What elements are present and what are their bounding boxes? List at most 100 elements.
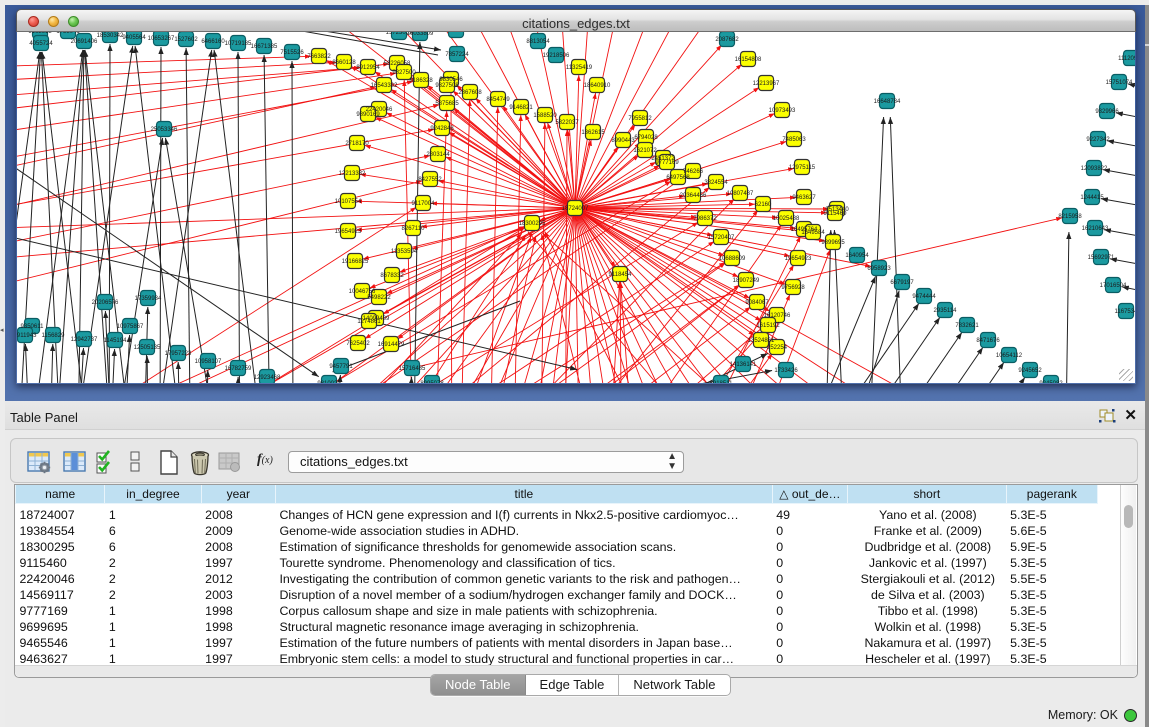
svg-text:7986372: 7986372 (693, 216, 717, 222)
svg-text:1621072: 1621072 (633, 148, 657, 154)
svg-text:8990443: 8990443 (611, 138, 635, 144)
svg-text:16543382: 16543382 (371, 83, 398, 89)
svg-text:8678332: 8678332 (380, 273, 404, 279)
svg-text:16671385: 16671385 (251, 44, 278, 50)
svg-text:8172545: 8172545 (444, 32, 468, 34)
svg-text:9242848: 9242848 (430, 126, 454, 132)
svg-text:8427552: 8427552 (418, 177, 442, 183)
svg-text:10719185: 10719185 (225, 41, 252, 47)
svg-text:16648784: 16648784 (874, 99, 901, 105)
svg-text:13524861: 13524861 (748, 338, 775, 344)
svg-text:17016504: 17016504 (1100, 283, 1127, 289)
svg-text:10653267: 10653267 (148, 36, 175, 42)
svg-text:9463627: 9463627 (792, 195, 816, 201)
svg-text:16120746: 16120746 (764, 313, 791, 319)
svg-text:4055724: 4055724 (29, 41, 53, 47)
svg-text:1755041: 1755041 (56, 32, 80, 35)
svg-text:8912954: 8912954 (356, 65, 380, 71)
svg-text:15720407: 15720407 (708, 235, 735, 241)
svg-text:9146821: 9146821 (509, 105, 533, 111)
svg-text:8918511: 8918511 (710, 381, 734, 383)
svg-text:12093822: 12093822 (1081, 166, 1108, 172)
svg-text:9245652: 9245652 (1018, 368, 1042, 374)
svg-text:9777169: 9777169 (655, 160, 679, 166)
svg-text:12213967: 12213967 (753, 81, 780, 87)
svg-text:3824554: 3824554 (704, 180, 728, 186)
svg-text:9118454: 9118454 (609, 272, 633, 278)
svg-text:58226058: 58226058 (384, 61, 411, 67)
svg-text:7955812: 7955812 (628, 116, 652, 122)
svg-text:17957223: 17957223 (165, 351, 192, 357)
svg-text:5822037: 5822037 (555, 120, 579, 126)
svg-text:2718170: 2718170 (345, 141, 369, 147)
svg-text:9162613: 9162613 (28, 32, 52, 35)
svg-text:7857224: 7857224 (445, 52, 469, 58)
svg-text:12505135: 12505135 (134, 345, 161, 351)
svg-text:16210643: 16210643 (1082, 226, 1109, 232)
svg-text:5498222: 5498222 (367, 295, 391, 301)
svg-text:18300295: 18300295 (519, 221, 546, 227)
svg-text:5875685: 5875685 (435, 101, 459, 107)
svg-text:12942737: 12942737 (71, 337, 98, 343)
svg-text:10807487: 10807487 (727, 191, 754, 197)
svg-text:9227342: 9227342 (1086, 137, 1110, 143)
svg-text:19218506: 19218506 (543, 53, 570, 59)
svg-text:8215958: 8215958 (1058, 214, 1082, 220)
svg-text:1244415: 1244415 (1080, 195, 1104, 201)
svg-text:2087682: 2087682 (715, 37, 739, 43)
svg-text:6958923: 6958923 (867, 266, 891, 272)
svg-text:9474444: 9474444 (912, 294, 936, 300)
svg-text:2803144: 2803144 (426, 152, 450, 158)
svg-text:9327508: 9327508 (435, 83, 459, 89)
svg-text:1167534: 1167534 (1115, 309, 1135, 315)
svg-text:8186328: 8186328 (409, 78, 433, 84)
svg-text:16033809: 16033809 (407, 32, 434, 37)
svg-text:6794028: 6794028 (634, 135, 658, 141)
svg-text:7515526: 7515526 (280, 50, 304, 56)
svg-text:12213382: 12213382 (339, 171, 366, 177)
svg-text:6497568: 6497568 (666, 175, 690, 181)
svg-text:1649584: 1649584 (801, 230, 825, 236)
svg-text:16782759: 16782759 (225, 366, 252, 372)
svg-text:8813054: 8813054 (526, 39, 550, 45)
svg-text:1156829: 1156829 (42, 333, 66, 339)
svg-text:9084067: 9084067 (745, 300, 769, 306)
svg-text:746266: 746266 (683, 169, 704, 175)
svg-text:10973493: 10973493 (769, 108, 796, 114)
svg-text:8454749: 8454749 (486, 97, 510, 103)
svg-text:20364456: 20364456 (680, 193, 707, 199)
svg-text:11353594: 11353594 (391, 249, 418, 255)
svg-text:10958107: 10958107 (195, 359, 222, 365)
svg-text:9329966: 9329966 (1095, 109, 1119, 115)
svg-text:9899695: 9899695 (821, 240, 845, 246)
svg-text:7663822: 7663822 (307, 54, 331, 60)
svg-text:9457791: 9457791 (329, 364, 353, 370)
svg-text:10975867: 10975867 (117, 324, 144, 330)
svg-text:252254: 252254 (767, 345, 788, 351)
svg-text:10688609: 10688609 (719, 256, 746, 262)
svg-text:19654923: 19654923 (785, 256, 812, 262)
svg-text:1640954: 1640954 (845, 253, 869, 259)
svg-text:9350611: 9350611 (21, 324, 45, 330)
svg-text:8660128: 8660128 (332, 60, 356, 66)
svg-text:1145194: 1145194 (104, 338, 128, 344)
svg-text:15692971: 15692971 (1088, 255, 1115, 261)
svg-text:12975115: 12975115 (789, 165, 816, 171)
svg-text:9810029: 9810029 (317, 381, 341, 383)
svg-text:1588520: 1588520 (533, 113, 557, 119)
svg-text:1274861: 1274861 (357, 319, 381, 325)
svg-text:15751074: 15751074 (1106, 80, 1133, 86)
svg-text:12923468: 12923468 (254, 375, 281, 381)
svg-text:10654112: 10654112 (996, 353, 1023, 359)
svg-text:20691406: 20691406 (71, 39, 98, 45)
svg-text:9827500: 9827500 (392, 70, 416, 76)
svg-text:9115460: 9115460 (824, 211, 848, 217)
svg-text:18530342: 18530342 (97, 33, 124, 39)
svg-text:17359934: 17359934 (135, 296, 162, 302)
svg-text:8267110: 8267110 (402, 226, 426, 232)
svg-text:62160: 62160 (755, 202, 772, 208)
svg-text:8471676: 8471676 (976, 338, 1000, 344)
svg-text:16154808: 16154808 (735, 57, 762, 63)
svg-text:25053346: 25053346 (151, 127, 178, 133)
svg-text:18907249: 18907249 (733, 278, 760, 284)
